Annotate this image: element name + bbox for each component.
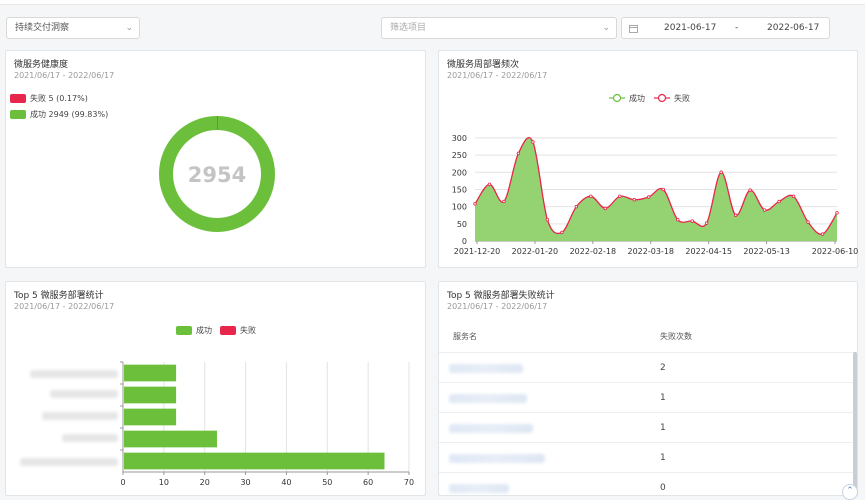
failures-title: Top 5 微服务部署失败统计 xyxy=(447,291,555,301)
weekly-y-tick-label: 50 xyxy=(457,220,467,229)
redacted-service-name xyxy=(449,454,545,463)
weekly-data-point[interactable] xyxy=(791,194,796,199)
table-row[interactable]: 0 xyxy=(439,472,857,495)
date-start[interactable]: 2021-06-17 xyxy=(664,23,716,33)
top5-x-tick-label: 50 xyxy=(322,478,332,487)
health-donut: 2954 xyxy=(159,116,275,232)
column-header-service[interactable]: 服务名 xyxy=(453,331,477,342)
weekly-data-point[interactable] xyxy=(531,140,535,144)
table-row[interactable]: 2 xyxy=(439,352,857,383)
weekly-card: 微服务周部署频次 2021/06/17 - 2022/06/17 成功 失败 0… xyxy=(438,50,858,268)
weekly-data-point[interactable] xyxy=(473,202,477,206)
top5-bar[interactable] xyxy=(124,386,177,404)
weekly-data-point[interactable] xyxy=(632,198,636,202)
weekly-data-point[interactable] xyxy=(516,151,521,156)
weekly-data-point[interactable] xyxy=(719,170,723,174)
chevron-down-icon: ⌄ xyxy=(125,23,133,33)
date-separator: - xyxy=(735,23,739,33)
failure-count: 1 xyxy=(660,423,666,433)
weekly-chart: 成功 失败 0 50 100 150 200 250 300 2021-12-20 2022-… xyxy=(452,93,859,256)
failure-count: 2 xyxy=(660,363,666,373)
weekly-data-point[interactable] xyxy=(676,217,680,222)
category-select-value: 持续交付洞察 xyxy=(15,23,70,33)
date-end[interactable]: 2022-06-17 xyxy=(767,23,819,33)
column-header-failures[interactable]: 失败次数 xyxy=(660,331,692,342)
scroll-top-button[interactable]: ⌃ xyxy=(842,484,858,500)
weekly-legend-fail-label: 失败 xyxy=(674,93,690,103)
weekly-x-tick-label: 2022-06-10 xyxy=(812,247,859,256)
weekly-data-point[interactable] xyxy=(748,188,752,192)
weekly-data-point[interactable] xyxy=(661,187,665,192)
table-scrollbar[interactable] xyxy=(853,352,857,494)
weekly-x-tick-label: 2022-04-15 xyxy=(685,247,732,256)
weekly-data-point[interactable] xyxy=(502,199,506,204)
top5-x-tick-label: 30 xyxy=(240,478,250,487)
failures-card: Top 5 微服务部署失败统计 2021/06/17 - 2022/06/17 … xyxy=(438,281,858,496)
top5-card: Top 5 微服务部署统计 2021/06/17 - 2022/06/17 成功… xyxy=(5,281,426,496)
weekly-data-point[interactable] xyxy=(589,194,593,199)
chevron-down-icon: ⌄ xyxy=(602,23,610,33)
weekly-legend-success-label: 成功 xyxy=(629,93,645,103)
weekly-data-point[interactable] xyxy=(487,182,492,186)
weekly-data-point[interactable] xyxy=(820,232,825,236)
redacted-service-name xyxy=(449,484,509,493)
top5-bar[interactable] xyxy=(124,452,385,470)
top5-chart: 0 10 20 30 40 50 60 70 xyxy=(120,361,414,487)
top5-x-tick-label: 60 xyxy=(363,478,373,487)
top5-x-tick-label: 10 xyxy=(159,478,169,487)
top5-x-tick-label: 40 xyxy=(281,478,291,487)
donut-total: 2954 xyxy=(188,163,246,187)
health-card: 微服务健康度 2021/06/17 - 2022/06/17 失败 5 (0.1… xyxy=(5,50,426,268)
weekly-data-point[interactable] xyxy=(618,194,622,199)
top5-x-tick-label: 20 xyxy=(200,478,210,487)
redacted-service-name xyxy=(449,394,527,403)
redacted-service-name xyxy=(449,364,523,373)
weekly-data-point[interactable] xyxy=(806,220,810,224)
weekly-data-point[interactable] xyxy=(603,206,608,211)
project-select-placeholder: 筛选项目 xyxy=(390,23,427,33)
top5-bar[interactable] xyxy=(124,430,217,448)
top5-x-tick-label: 70 xyxy=(404,478,414,487)
weekly-data-point[interactable] xyxy=(733,213,738,217)
project-select[interactable]: 筛选项目 ⌄ xyxy=(381,17,617,39)
weekly-x-tick-label: 2021-12-20 xyxy=(454,247,501,256)
weekly-data-point[interactable] xyxy=(545,217,550,222)
category-select[interactable]: 持续交付洞察 ⌄ xyxy=(6,17,140,39)
failure-count: 1 xyxy=(660,393,666,403)
weekly-data-point[interactable] xyxy=(647,195,651,199)
failure-count: 1 xyxy=(660,453,666,463)
weekly-y-tick-label: 250 xyxy=(452,151,467,160)
weekly-data-point[interactable] xyxy=(690,219,694,223)
failures-subtitle: 2021/06/17 - 2022/06/17 xyxy=(447,302,548,311)
weekly-y-tick-label: 300 xyxy=(452,134,467,143)
weekly-data-point[interactable] xyxy=(560,230,564,235)
date-range-picker[interactable]: 2021-06-17 - 2022-06-17 xyxy=(621,17,830,39)
weekly-data-point[interactable] xyxy=(835,211,839,215)
weekly-data-point[interactable] xyxy=(574,204,579,209)
top5-bar[interactable] xyxy=(124,364,177,382)
weekly-data-point[interactable] xyxy=(704,221,709,225)
weekly-y-tick-label: 100 xyxy=(452,203,467,212)
weekly-y-tick-label: 150 xyxy=(452,185,467,194)
weekly-data-point[interactable] xyxy=(777,199,781,204)
weekly-data-point[interactable] xyxy=(762,208,767,212)
weekly-y-tick-label: 0 xyxy=(462,237,467,246)
redacted-service-name xyxy=(449,424,533,433)
calendar-icon xyxy=(629,25,638,33)
weekly-x-tick-label: 2022-01-20 xyxy=(512,247,559,256)
weekly-legend-success[interactable]: 成功 xyxy=(609,93,645,103)
failure-count: 0 xyxy=(660,483,666,493)
weekly-y-tick-label: 200 xyxy=(452,168,467,177)
weekly-x-tick-label: 2022-03-18 xyxy=(628,247,675,256)
arrow-up-icon: ⌃ xyxy=(846,486,854,496)
table-row[interactable]: 1 xyxy=(439,382,857,413)
weekly-legend-fail[interactable]: 失败 xyxy=(654,93,690,103)
weekly-x-tick-label: 2022-05-13 xyxy=(743,247,790,256)
top5-x-tick-label: 0 xyxy=(120,478,125,487)
top5-bar[interactable] xyxy=(124,408,177,426)
weekly-x-tick-label: 2022-02-18 xyxy=(570,247,617,256)
table-row[interactable]: 1 xyxy=(439,412,857,443)
top-border xyxy=(0,0,865,5)
table-row[interactable]: 1 xyxy=(439,442,857,473)
